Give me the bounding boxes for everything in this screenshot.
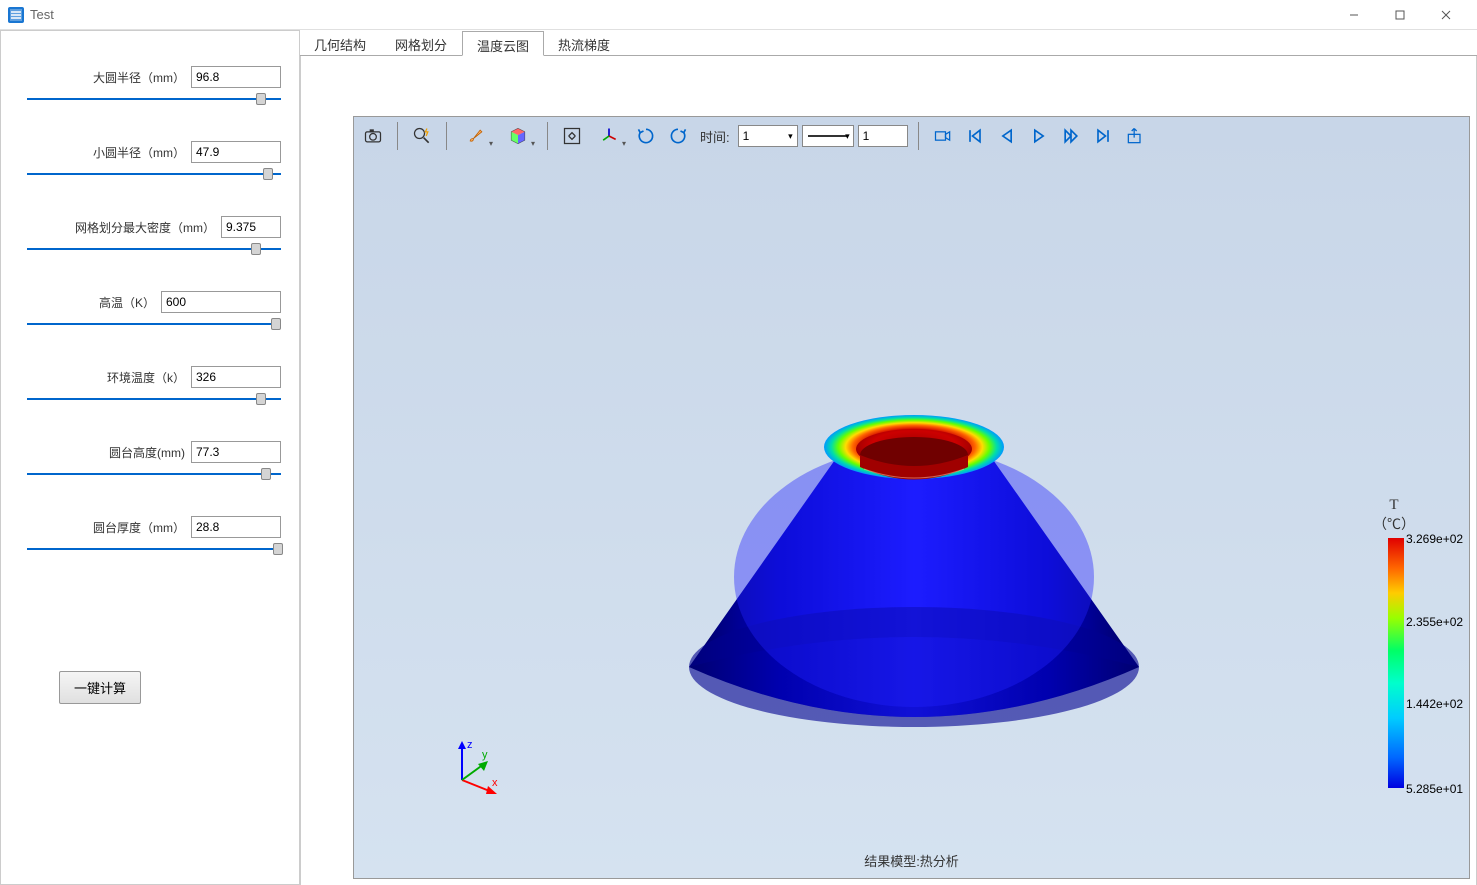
minimize-button[interactable] <box>1331 0 1377 30</box>
line-width-spinner[interactable]: 1 <box>858 125 908 147</box>
skip-start-icon[interactable] <box>961 122 989 150</box>
param-label: 圆台厚度（mm） <box>93 519 185 536</box>
svg-text:z: z <box>467 739 473 751</box>
param-slider[interactable] <box>27 92 281 106</box>
play-icon[interactable] <box>1025 122 1053 150</box>
rotate-cw-icon[interactable] <box>664 122 692 150</box>
param-row: 圆台厚度（mm） <box>19 516 281 556</box>
param-row: 圆台高度(mm) <box>19 441 281 481</box>
spin-value: 1 <box>863 129 870 143</box>
titlebar: Test <box>0 0 1477 30</box>
sidebar: 大圆半径（mm） 小圆半径（mm） 网格划分最大密度（mm） 高温（K） <box>0 30 300 885</box>
app-icon <box>8 7 24 23</box>
viewport-wrap: 时间: 1 1 <box>300 56 1477 885</box>
video-camera-icon[interactable] <box>929 122 957 150</box>
time-combo[interactable]: 1 <box>738 125 798 147</box>
thermal-model <box>634 347 1194 777</box>
param-row: 环境温度（k） <box>19 366 281 406</box>
param-input[interactable] <box>191 66 281 88</box>
param-row: 高温（K） <box>19 291 281 331</box>
main-layout: 大圆半径（mm） 小圆半径（mm） 网格划分最大密度（mm） 高温（K） <box>0 30 1477 885</box>
param-row: 大圆半径（mm） <box>19 66 281 106</box>
viewport-toolbar: 时间: 1 1 <box>353 116 1470 156</box>
colorbar-tick: 3.269e+02 <box>1406 532 1463 546</box>
fast-forward-icon[interactable] <box>1057 122 1085 150</box>
rotate-ccw-icon[interactable] <box>632 122 660 150</box>
axes-icon[interactable] <box>590 122 628 150</box>
param-slider[interactable] <box>27 467 281 481</box>
svg-text:x: x <box>492 777 498 789</box>
zoom-lightning-icon[interactable] <box>408 122 436 150</box>
param-slider[interactable] <box>27 392 281 406</box>
param-slider[interactable] <box>27 242 281 256</box>
tabs: 几何结构网格划分温度云图热流梯度 <box>300 30 1477 56</box>
content-area: 几何结构网格划分温度云图热流梯度 时间: 1 1 <box>300 30 1477 885</box>
brush-icon[interactable] <box>457 122 495 150</box>
cube-color-icon[interactable] <box>499 122 537 150</box>
tab-3[interactable]: 热流梯度 <box>544 31 625 56</box>
param-label: 高温（K） <box>99 294 155 311</box>
line-style-combo[interactable] <box>802 125 854 147</box>
svg-text:y: y <box>482 749 488 761</box>
export-icon[interactable] <box>1121 122 1149 150</box>
colorbar-gradient <box>1388 538 1404 788</box>
colorbar-tick: 1.442e+02 <box>1406 697 1463 711</box>
param-label: 小圆半径（mm） <box>93 144 185 161</box>
3d-viewport[interactable]: z x y T （℃） 3.269e+022.355e+021.442e+025… <box>353 116 1470 879</box>
param-label: 网格划分最大密度（mm） <box>75 219 215 236</box>
param-label: 大圆半径（mm） <box>93 69 185 86</box>
colorbar-tick: 5.285e+01 <box>1406 782 1463 796</box>
colorbar-unit: （℃） <box>1349 514 1439 534</box>
param-input[interactable] <box>191 141 281 163</box>
param-input[interactable] <box>191 366 281 388</box>
maximize-button[interactable] <box>1377 0 1423 30</box>
param-row: 小圆半径（mm） <box>19 141 281 181</box>
window-title: Test <box>30 7 1331 22</box>
param-slider[interactable] <box>27 167 281 181</box>
play-reverse-icon[interactable] <box>993 122 1021 150</box>
axis-triad: z x y <box>444 738 504 798</box>
param-slider[interactable] <box>27 317 281 331</box>
tab-0[interactable]: 几何结构 <box>300 31 381 56</box>
param-slider[interactable] <box>27 542 281 556</box>
skip-end-icon[interactable] <box>1089 122 1117 150</box>
param-input[interactable] <box>221 216 281 238</box>
param-label: 圆台高度(mm) <box>109 444 185 461</box>
camera-icon[interactable] <box>359 122 387 150</box>
time-label: 时间: <box>700 127 730 146</box>
param-input[interactable] <box>161 291 281 313</box>
param-input[interactable] <box>191 441 281 463</box>
colorbar-title: T <box>1349 497 1439 514</box>
close-button[interactable] <box>1423 0 1469 30</box>
tab-1[interactable]: 网格划分 <box>381 31 462 56</box>
tab-2[interactable]: 温度云图 <box>462 31 544 56</box>
colorbar: T （℃） 3.269e+022.355e+021.442e+025.285e+… <box>1349 497 1439 791</box>
colorbar-tick: 2.355e+02 <box>1406 615 1463 629</box>
param-label: 环境温度（k） <box>107 369 185 386</box>
param-input[interactable] <box>191 516 281 538</box>
time-value: 1 <box>743 129 750 143</box>
result-model-label: 结果模型:热分析 <box>864 851 959 870</box>
param-row: 网格划分最大密度（mm） <box>19 216 281 256</box>
calculate-button[interactable]: 一键计算 <box>59 671 141 704</box>
fit-view-icon[interactable] <box>558 122 586 150</box>
